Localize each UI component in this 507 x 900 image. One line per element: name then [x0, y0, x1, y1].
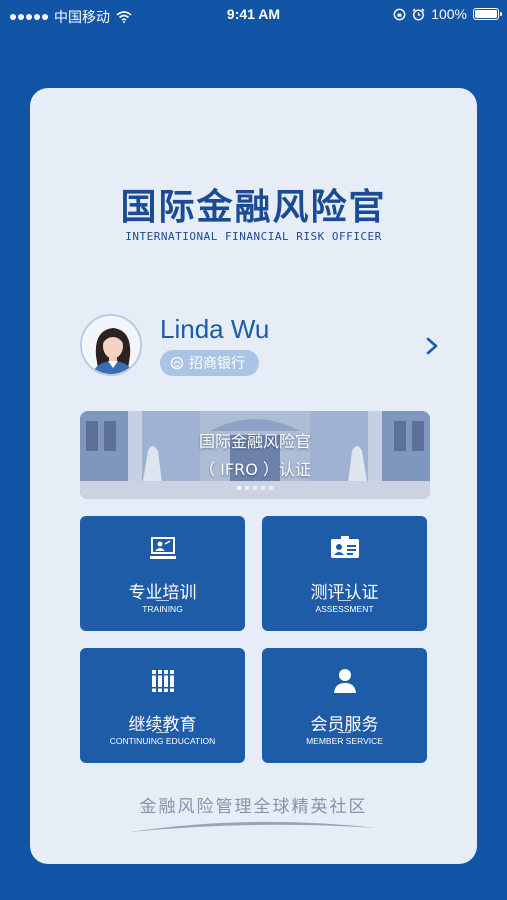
tile-member-service-label-en: MEMBER SERVICE	[306, 736, 383, 746]
banner-dot[interactable]	[237, 486, 241, 490]
banner-line-2: （ IFRO ）认证	[199, 460, 311, 479]
banner-pagination[interactable]	[80, 486, 430, 490]
battery-percent: 100%	[431, 6, 467, 22]
avatar-photo	[82, 316, 140, 374]
id-card-icon	[330, 536, 359, 558]
tile-divider	[156, 732, 169, 733]
status-bar: 中国移动 9:41 AM 100%	[0, 0, 507, 30]
alarm-icon	[412, 8, 425, 21]
banner-title: 国际金融风险官 （ IFRO ）认证	[80, 428, 430, 484]
tile-continuing-education[interactable]: 继续教育 CONTINUING EDUCATION	[80, 648, 245, 763]
banner-line-1: 国际金融风险官	[198, 432, 311, 451]
user-name: Linda Wu	[160, 314, 270, 344]
tile-member-service[interactable]: 会员服务 MEMBER SERVICE	[262, 648, 427, 763]
person-icon	[333, 669, 356, 693]
avatar[interactable]	[80, 314, 142, 376]
company-name: 招商银行	[189, 356, 245, 372]
slogan-swoosh-decoration	[130, 821, 377, 832]
tile-training-label-en: TRAINING	[142, 604, 183, 614]
tile-assessment-label-en: ASSESSMENT	[315, 604, 374, 614]
banner-dot[interactable]	[261, 486, 265, 490]
promo-banner[interactable]: 国际金融风险官 （ IFRO ）认证	[80, 411, 430, 499]
tile-continuing-education-label-en: CONTINUING EDUCATION	[109, 736, 216, 746]
books-icon	[151, 670, 174, 692]
banner-dot[interactable]	[245, 486, 249, 490]
chevron-right-icon[interactable]	[424, 336, 440, 356]
tile-divider	[338, 600, 351, 601]
tile-assessment[interactable]: 测评认证 ASSESSMENT	[262, 516, 427, 631]
tile-training[interactable]: 专业培训 TRAINING	[80, 516, 245, 631]
tile-divider	[156, 600, 169, 601]
slogan: 金融风险管理全球精英社区	[139, 797, 368, 817]
status-right: 100%	[393, 6, 502, 22]
logo-title-en: INTERNATIONAL FINANCIAL RISK OFFICER	[125, 230, 382, 243]
banner-dot[interactable]	[269, 486, 273, 490]
rotation-lock-icon	[393, 8, 406, 20]
tile-divider	[338, 732, 351, 733]
banner-dot[interactable]	[253, 486, 257, 490]
bank-logo-icon	[170, 356, 184, 370]
company-badge: 招商银行	[160, 350, 259, 376]
main-card: 国际金融风险官 INTERNATIONAL FINANCIAL RISK OFF…	[30, 88, 477, 864]
profile-row[interactable]: Linda Wu 招商银行	[80, 314, 440, 378]
presentation-icon	[149, 537, 176, 559]
battery-icon	[473, 8, 502, 20]
logo-title-cn: 国际金融风险官	[120, 186, 387, 228]
